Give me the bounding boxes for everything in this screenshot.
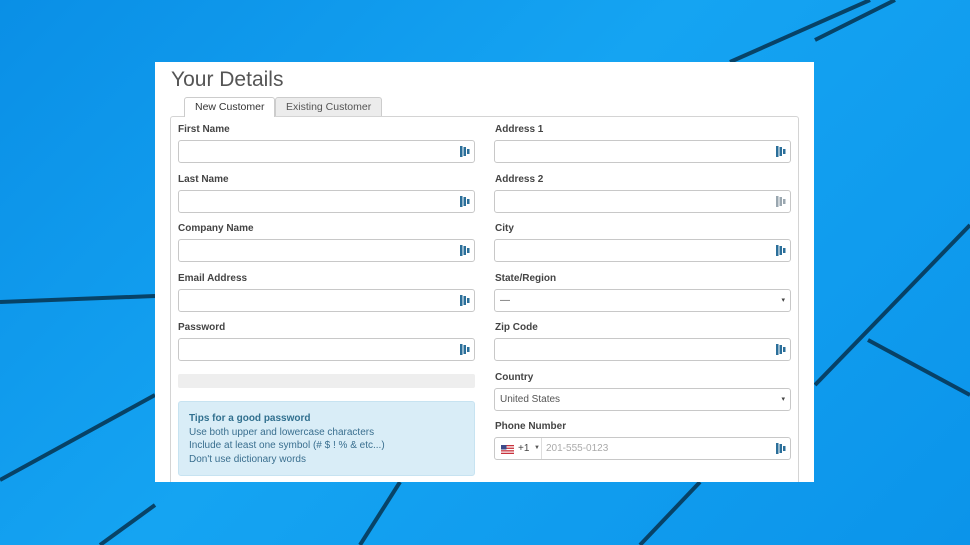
password-manager-icon[interactable] — [776, 146, 786, 157]
last-name-label: Last Name — [178, 174, 229, 185]
email-label: Email Address — [178, 273, 248, 284]
company-name-field[interactable] — [178, 239, 475, 262]
state-select[interactable]: — ▾ — [494, 289, 791, 312]
password-manager-icon[interactable] — [460, 146, 470, 157]
chevron-down-icon: ▾ — [781, 297, 785, 304]
page-title: Your Details — [171, 68, 284, 91]
last-name-field[interactable] — [178, 190, 475, 213]
first-name-label: First Name — [178, 124, 230, 135]
password-manager-icon[interactable] — [460, 245, 470, 256]
address1-field[interactable] — [494, 140, 791, 163]
company-name-label: Company Name — [178, 223, 254, 234]
password-tip-line: Don't use dictionary words — [189, 453, 306, 465]
phone-country-code[interactable]: +1 — [518, 443, 529, 454]
your-details-panel: Your Details New Customer Existing Custo… — [155, 62, 814, 482]
password-field[interactable] — [178, 338, 475, 361]
divider — [541, 438, 542, 459]
phone-field[interactable]: +1 ▼ 201-555-0123 — [494, 437, 791, 460]
password-manager-icon[interactable] — [776, 443, 786, 454]
city-field[interactable] — [494, 239, 791, 262]
password-label: Password — [178, 322, 226, 333]
address2-label: Address 2 — [495, 174, 544, 185]
password-manager-icon[interactable] — [776, 196, 786, 207]
zip-label: Zip Code — [495, 322, 538, 333]
password-tip-line: Include at least one symbol (# $ ! % & e… — [189, 440, 385, 451]
phone-label: Phone Number — [495, 421, 567, 432]
state-selected-value: — — [500, 295, 510, 306]
password-manager-icon[interactable] — [776, 344, 786, 355]
address1-label: Address 1 — [495, 124, 544, 135]
password-tip-line: Use both upper and lowercase characters — [189, 426, 375, 438]
password-tips: Tips for a good password Use both upper … — [178, 401, 475, 476]
password-manager-icon[interactable] — [460, 295, 470, 306]
password-strength-bar — [178, 374, 475, 388]
password-manager-icon[interactable] — [776, 245, 786, 256]
tab-existing-customer[interactable]: Existing Customer — [275, 97, 383, 116]
first-name-field[interactable] — [178, 140, 475, 163]
chevron-down-icon: ▼ — [534, 445, 540, 451]
phone-placeholder: 201-555-0123 — [546, 443, 609, 454]
us-flag-icon[interactable] — [501, 445, 514, 454]
city-label: City — [495, 223, 514, 234]
email-field[interactable] — [178, 289, 475, 312]
state-label: State/Region — [495, 273, 557, 284]
country-label: Country — [495, 372, 534, 383]
password-manager-icon[interactable] — [460, 344, 470, 355]
address2-field[interactable] — [494, 190, 791, 213]
country-select[interactable]: United States ▾ — [494, 388, 791, 411]
tab-new-customer[interactable]: New Customer — [184, 97, 276, 117]
zip-field[interactable] — [494, 338, 791, 361]
password-manager-icon[interactable] — [460, 196, 470, 207]
password-tips-title: Tips for a good password — [189, 413, 311, 424]
country-selected-value: United States — [500, 394, 561, 405]
chevron-down-icon: ▾ — [781, 396, 785, 403]
